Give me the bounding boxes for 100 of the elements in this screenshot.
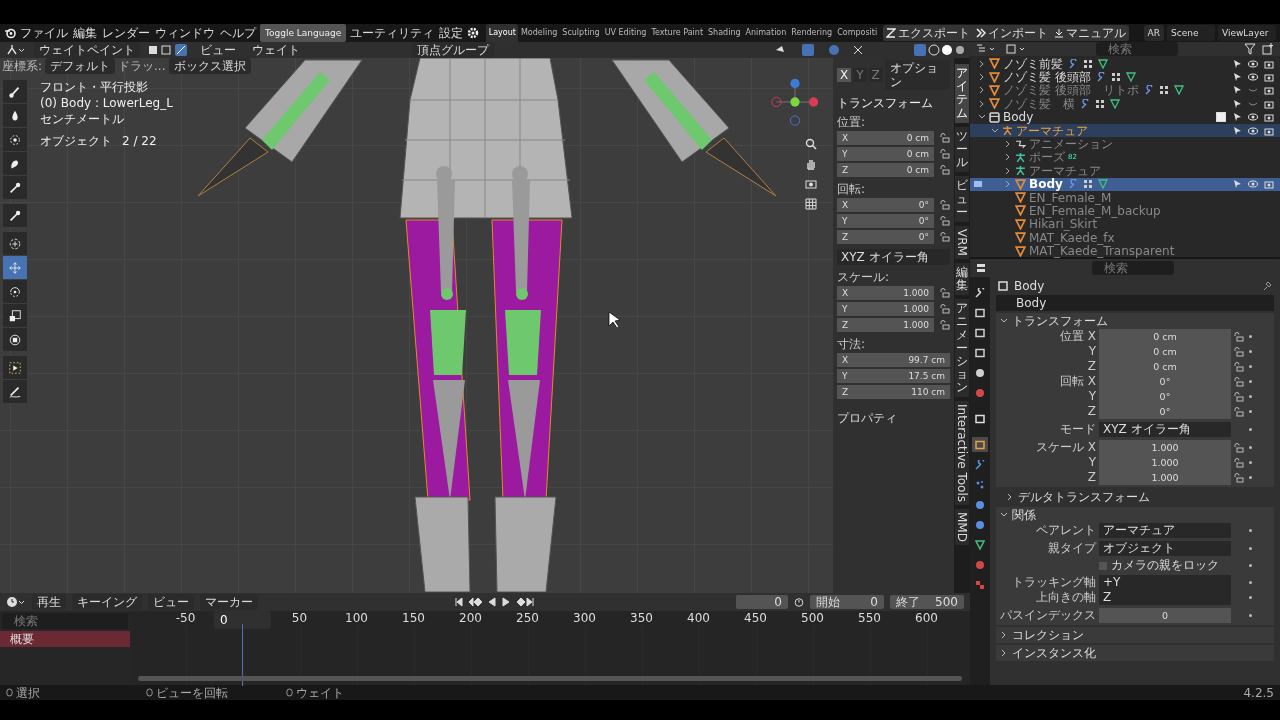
tool-button[interactable] xyxy=(3,356,27,379)
zoom-magnifier-icon[interactable] xyxy=(805,138,817,150)
chevron-right-icon[interactable] xyxy=(1004,140,1012,149)
number-field[interactable]: Z 0 cm xyxy=(837,163,934,177)
view-layer-field[interactable]: ViewLayer xyxy=(1218,25,1276,41)
lock-icon[interactable] xyxy=(1234,331,1244,342)
select-arrow-icon[interactable] xyxy=(1232,125,1242,136)
select-mode-dropdown[interactable]: ボックス選択 xyxy=(168,58,251,74)
exclude-checkbox[interactable] xyxy=(1216,112,1226,123)
number-field[interactable]: 1.000 xyxy=(1099,440,1231,455)
app-logo-icon[interactable] xyxy=(4,27,16,39)
lock-icon[interactable] xyxy=(940,320,950,330)
lock-icon[interactable] xyxy=(1234,361,1244,372)
outliner-row[interactable]: Body xyxy=(970,177,1280,191)
lock-icon[interactable] xyxy=(1234,391,1244,402)
outliner-row[interactable]: Body xyxy=(970,110,1280,124)
number-field[interactable]: 1.000 xyxy=(1099,470,1231,485)
chevron-right-icon[interactable] xyxy=(978,59,986,68)
chevron-right-icon[interactable] xyxy=(978,99,986,108)
outliner-row[interactable]: ノゾミ髪 後頭部 xyxy=(970,70,1280,84)
number-field[interactable]: Z 110 cm xyxy=(837,385,950,399)
lock-icon[interactable] xyxy=(1234,406,1244,417)
camera-icon[interactable] xyxy=(1264,85,1274,96)
outliner-row[interactable]: ノゾミ髪 後頭部 リトポ xyxy=(970,83,1280,98)
panel-header[interactable]: 関係 xyxy=(996,507,1274,523)
sidebar-tab[interactable]: アニメーション xyxy=(955,299,969,398)
number-field[interactable]: 1.000 xyxy=(1099,455,1231,470)
sidebar-tab[interactable]: VRM xyxy=(955,225,969,259)
options-dropdown[interactable]: オプション xyxy=(884,60,950,90)
tool-button[interactable] xyxy=(3,128,27,151)
tool-button[interactable] xyxy=(3,152,27,175)
outliner-row[interactable]: アーマチュア xyxy=(970,164,1280,178)
dropdown[interactable]: オブジェクト xyxy=(1099,541,1231,556)
mode-dropdown[interactable]: ウェイトペイント xyxy=(34,42,140,58)
menu-dropdown[interactable]: マーカー xyxy=(200,594,258,610)
keyframe-dot-icon[interactable] xyxy=(1249,410,1252,413)
dropdown[interactable]: XYZ オイラー角 xyxy=(1099,422,1231,437)
search-field[interactable]: 検索 xyxy=(2,613,128,629)
addon-button[interactable]: エクスポート xyxy=(882,25,973,41)
lock-icon[interactable] xyxy=(940,133,950,143)
tool-button[interactable] xyxy=(3,328,27,351)
3d-viewport[interactable]: 座標系: デフォルト ドラッ... ボックス選択 フロント・平行投影 (0) Body : LowerLeg_L センチメートル オブジェクト 2 / 22 xyxy=(0,58,833,593)
camera-icon[interactable] xyxy=(1264,58,1274,69)
start-frame-field[interactable]: 開始 0 xyxy=(810,595,884,609)
chevron-down-icon[interactable] xyxy=(991,126,999,135)
menu-item[interactable]: 設定 xyxy=(438,26,465,40)
number-field[interactable]: 0° xyxy=(1099,404,1231,419)
lock-icon[interactable] xyxy=(940,149,950,159)
menu-item[interactable]: レンダー xyxy=(101,26,151,40)
horizontal-scrollbar[interactable] xyxy=(138,676,962,681)
addon-button[interactable]: マニュアル xyxy=(1050,25,1129,41)
camera-icon[interactable] xyxy=(1264,98,1274,109)
eye-icon[interactable] xyxy=(1248,125,1258,136)
outliner-row[interactable]: ノゾミ髪 横 xyxy=(970,97,1280,111)
number-field[interactable]: 0° xyxy=(1099,389,1231,404)
lock-icon[interactable] xyxy=(1234,442,1244,453)
workspace-tab[interactable]: Rendering xyxy=(788,24,835,42)
filter-funnel-icon[interactable] xyxy=(1244,43,1256,55)
tool-button[interactable] xyxy=(3,304,27,327)
keyframe-dot-icon[interactable] xyxy=(1249,581,1252,584)
menu-item[interactable]: 編集 xyxy=(72,26,98,40)
sidebar-tab[interactable]: アイテム xyxy=(955,64,969,123)
tool-button[interactable] xyxy=(3,80,27,103)
menu-item[interactable]: ウェイト xyxy=(248,43,304,57)
hand-icon[interactable] xyxy=(805,158,817,170)
outliner-row[interactable]: EN_Female_M_backup xyxy=(970,204,1280,218)
object-name-field[interactable]: Body xyxy=(996,295,1274,311)
collapsed-panel-header[interactable]: プロパティ xyxy=(837,411,950,425)
keyframe-dot-icon[interactable] xyxy=(1249,380,1252,383)
editor-type-icon[interactable] xyxy=(6,44,26,56)
dropdown[interactable]: +Y xyxy=(1099,575,1231,590)
dropdown[interactable]: Z xyxy=(1099,590,1231,605)
panel-header[interactable]: コレクション xyxy=(996,627,1274,643)
orientation-dropdown[interactable]: デフォルト xyxy=(45,58,116,74)
navigation-gizmo-icon[interactable] xyxy=(769,76,821,128)
current-frame-field[interactable]: 0 xyxy=(736,595,788,609)
tool-button[interactable] xyxy=(3,176,27,199)
select-arrow-icon[interactable] xyxy=(1232,98,1242,109)
number-field[interactable]: Z 0° xyxy=(837,230,934,244)
panel-header[interactable]: インスタンス化 xyxy=(996,645,1274,661)
number-field[interactable]: 0 cm xyxy=(1099,329,1231,344)
select-arrow-icon[interactable] xyxy=(1232,58,1242,69)
sidebar-tab[interactable]: MMD xyxy=(955,509,969,546)
number-field[interactable]: X 0° xyxy=(837,198,934,212)
end-frame-field[interactable]: 終了 500 xyxy=(890,595,964,609)
clock-icon[interactable] xyxy=(6,596,26,608)
tool-button[interactable] xyxy=(3,204,27,227)
number-field[interactable]: Y 0° xyxy=(837,214,934,228)
keyframe-dot-icon[interactable] xyxy=(1249,350,1252,353)
panel-header[interactable]: トランスフォーム xyxy=(996,313,1274,329)
keyframe-dot-icon[interactable] xyxy=(1249,446,1252,449)
number-field[interactable]: 0 cm xyxy=(1099,359,1231,374)
search-field[interactable]: 検索 xyxy=(1092,261,1174,275)
workspace-tab[interactable]: Layout xyxy=(486,24,519,42)
camera-icon[interactable] xyxy=(1264,179,1274,190)
lock-icon[interactable] xyxy=(940,165,950,175)
camera-icon[interactable] xyxy=(1264,72,1274,83)
keyframe-dot-icon[interactable] xyxy=(1249,564,1252,567)
outliner-row[interactable]: MAT_Kaede_fx xyxy=(970,231,1280,245)
search-field[interactable]: 検索 xyxy=(1096,42,1178,56)
